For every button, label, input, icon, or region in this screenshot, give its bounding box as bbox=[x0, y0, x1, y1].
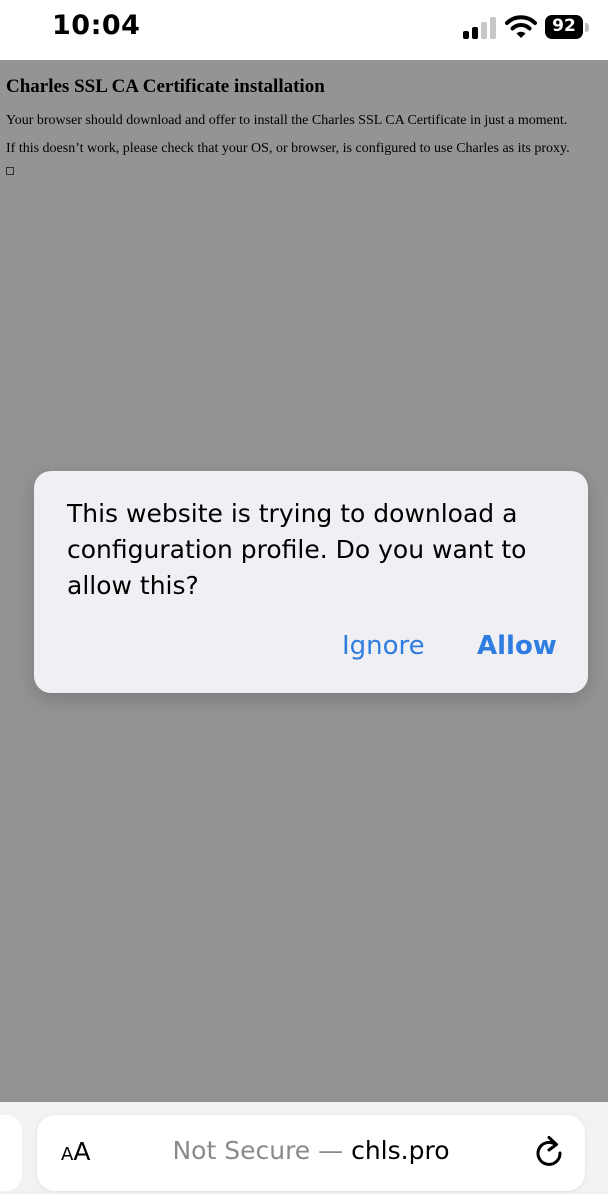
battery-cap bbox=[585, 23, 589, 32]
previous-tab-pill[interactable] bbox=[0, 1115, 22, 1191]
alert-message: This website is trying to download a con… bbox=[67, 499, 527, 600]
wifi-icon bbox=[505, 15, 537, 38]
security-status: Not Secure bbox=[172, 1136, 311, 1165]
configuration-profile-alert: This website is trying to download a con… bbox=[34, 471, 588, 693]
allow-button[interactable]: Allow bbox=[477, 631, 557, 661]
url-display[interactable]: Not Secure — chls.pro bbox=[37, 1136, 585, 1165]
battery-level: 92 bbox=[552, 16, 576, 36]
cellular-signal-icon bbox=[463, 17, 497, 39]
status-bar: 10:04 92 bbox=[0, 0, 608, 60]
safari-bottom-bar: AA Not Secure — chls.pro bbox=[0, 1102, 608, 1194]
status-time: 10:04 bbox=[52, 10, 141, 41]
ignore-button[interactable]: Ignore bbox=[342, 631, 425, 661]
address-bar[interactable]: AA Not Secure — chls.pro bbox=[37, 1115, 585, 1191]
reload-icon[interactable] bbox=[533, 1135, 565, 1169]
battery-icon: 92 bbox=[545, 15, 583, 39]
url-separator: — bbox=[310, 1136, 352, 1165]
domain-text: chls.pro bbox=[351, 1136, 450, 1165]
